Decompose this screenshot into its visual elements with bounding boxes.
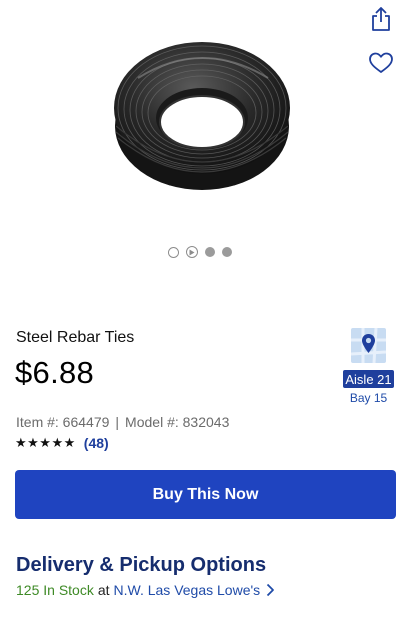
chevron-right-icon	[266, 583, 275, 597]
aisle-badge: Aisle 21	[343, 370, 394, 388]
stock-status: 125 In Stock	[16, 582, 94, 598]
store-name-link[interactable]: N.W. Las Vegas Lowe's	[114, 582, 261, 598]
rating[interactable]: ★★★★★ (48)	[15, 435, 109, 451]
heart-icon	[369, 52, 393, 73]
favorite-button[interactable]	[366, 48, 396, 78]
carousel-dot[interactable]	[168, 246, 179, 258]
delivery-pickup-heading: Delivery & Pickup Options	[16, 554, 267, 576]
model-number: Model #: 832043	[125, 414, 230, 430]
star-rating: ★★★★★	[15, 435, 76, 450]
store-location[interactable]: Aisle 21 Bay 15	[340, 328, 396, 408]
product-title: Steel Rebar Ties	[16, 329, 135, 346]
carousel-dot[interactable]	[222, 247, 232, 257]
video-dot[interactable]	[186, 246, 198, 258]
review-count-link[interactable]: (48)	[84, 435, 109, 451]
carousel-dot[interactable]	[205, 247, 215, 257]
item-model-info: Item #: 664479 | Model #: 832043	[16, 414, 229, 430]
buy-now-button[interactable]: Buy This Now	[15, 470, 396, 519]
share-button[interactable]	[366, 4, 396, 34]
store-map-icon	[351, 328, 386, 363]
at-text: at	[97, 582, 110, 598]
item-number: Item #: 664479	[16, 414, 110, 430]
share-icon	[372, 7, 390, 31]
bay-label: Bay 15	[349, 391, 388, 405]
play-icon	[189, 249, 195, 255]
product-price: $6.88	[15, 355, 95, 390]
image-carousel-indicators	[0, 244, 400, 260]
separator: |	[115, 414, 120, 430]
product-image[interactable]	[108, 38, 296, 196]
store-stock-link[interactable]: 125 In Stock at N.W. Las Vegas Lowe's	[16, 582, 275, 598]
